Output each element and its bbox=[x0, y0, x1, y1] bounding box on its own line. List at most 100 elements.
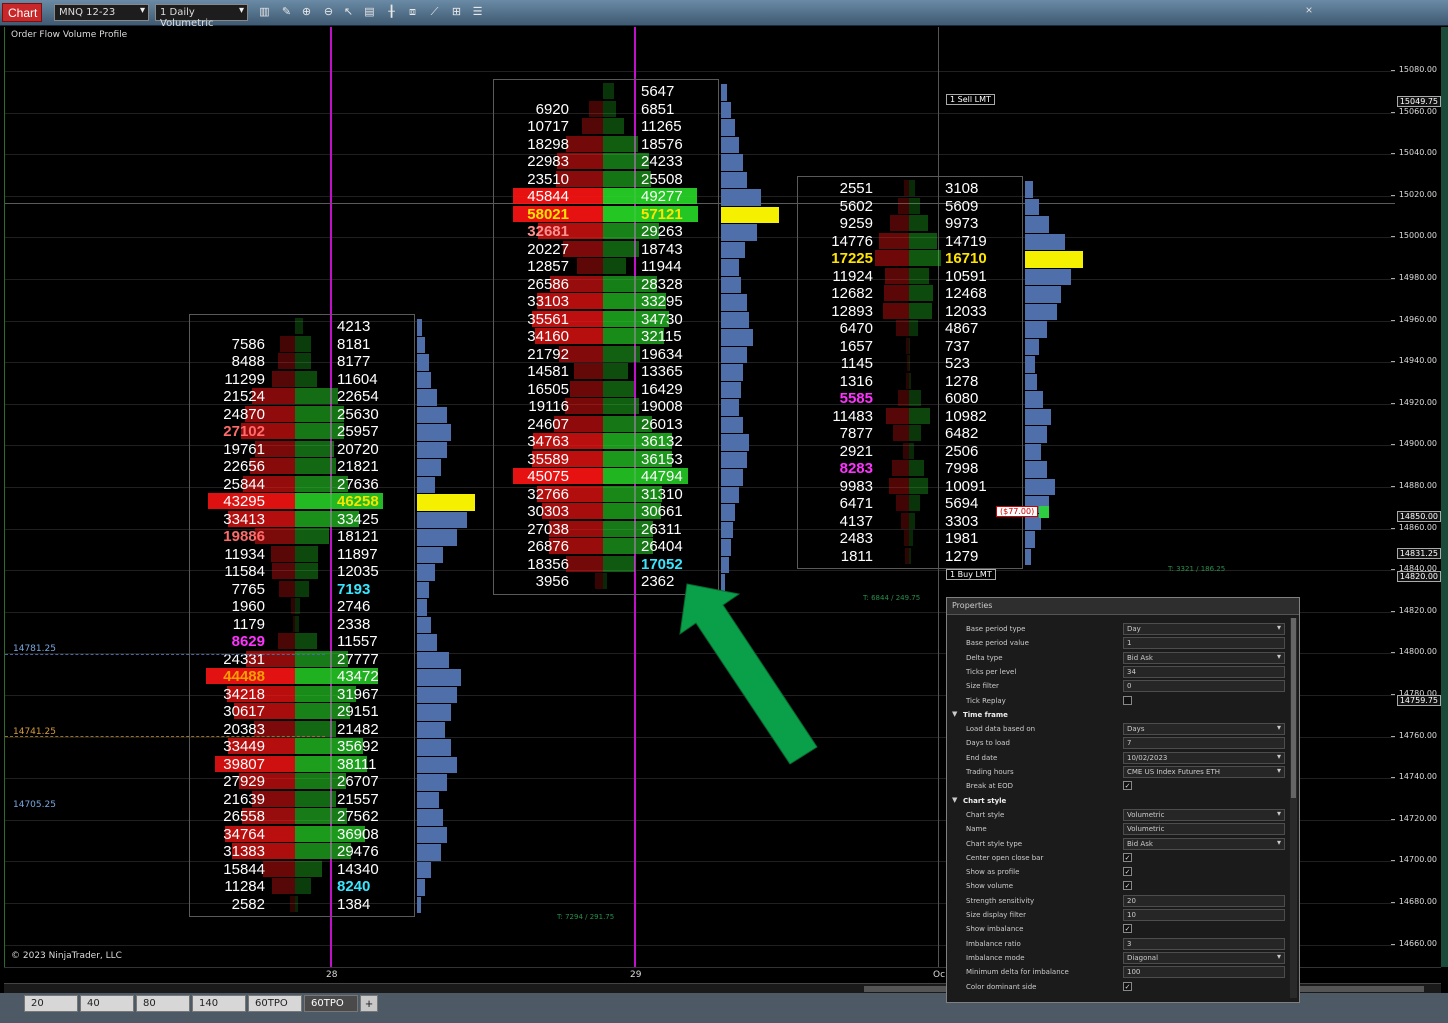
close-window-icon[interactable]: × bbox=[1300, 3, 1318, 21]
property-row[interactable]: Load data based on Days ▾ bbox=[947, 722, 1287, 736]
collapse-icon[interactable]: ▼ bbox=[952, 710, 957, 718]
property-row[interactable]: Chart style Volumetric ▾ bbox=[947, 808, 1287, 822]
zoom-in-icon[interactable]: ⊕ bbox=[299, 5, 314, 20]
drawing-tools-icon[interactable]: ⧈ bbox=[405, 5, 420, 20]
tab-80[interactable]: 80 bbox=[136, 995, 190, 1012]
data-box-icon[interactable]: ▤ bbox=[362, 5, 377, 20]
property-dropdown[interactable]: 10/02/2023 ▾ bbox=[1123, 751, 1285, 764]
collapse-icon[interactable]: ▼ bbox=[952, 796, 957, 804]
price-marker-tag[interactable]: 14820.00 bbox=[1396, 571, 1441, 582]
instrument-selector[interactable]: MNQ 12-23 ▾ bbox=[54, 4, 149, 21]
property-row[interactable]: Center open close bar ✓ bbox=[947, 851, 1287, 865]
property-row[interactable]: Strength sensitivity 20 bbox=[947, 894, 1287, 908]
volume-profile-bar bbox=[417, 529, 457, 546]
property-section[interactable]: ▼ Chart style bbox=[947, 794, 1287, 808]
chart-menu-button[interactable]: Chart bbox=[2, 3, 42, 22]
property-checkbox[interactable]: ✓ bbox=[1123, 881, 1132, 891]
property-dropdown[interactable]: Diagonal ▾ bbox=[1123, 951, 1285, 964]
strategies-icon[interactable]: ⊞ bbox=[449, 5, 464, 20]
property-dropdown[interactable]: Volumetric ▾ bbox=[1123, 808, 1285, 821]
property-row[interactable]: Imbalance mode Diagonal ▾ bbox=[947, 951, 1287, 965]
property-input[interactable]: 10 bbox=[1123, 909, 1285, 921]
property-input[interactable]: 1 bbox=[1123, 637, 1285, 650]
price-tick-label: 14880.00 bbox=[1390, 481, 1437, 490]
close-order-button[interactable] bbox=[1039, 506, 1049, 518]
property-input[interactable]: 34 bbox=[1123, 665, 1285, 678]
property-checkbox[interactable]: ✓ bbox=[1123, 924, 1132, 934]
property-row[interactable]: Imbalance ratio 3 bbox=[947, 937, 1287, 951]
property-row[interactable]: Show as profile ✓ bbox=[947, 865, 1287, 879]
properties-scrollbar[interactable] bbox=[1290, 618, 1297, 998]
property-row[interactable]: Minimum delta for imbalance 100 bbox=[947, 965, 1287, 979]
property-dropdown[interactable]: CME US Index Futures ETH ▾ bbox=[1123, 766, 1285, 778]
property-dropdown[interactable]: Bid Ask ▾ bbox=[1123, 651, 1285, 664]
volume-profile-bar bbox=[417, 721, 445, 738]
property-input[interactable]: 0 bbox=[1123, 680, 1285, 693]
tab-60tpo-active[interactable]: 60TPO bbox=[304, 995, 358, 1012]
crosshair-icon[interactable]: ╂ bbox=[384, 5, 399, 20]
property-section[interactable]: ▼ Time frame bbox=[947, 708, 1287, 722]
property-checkbox[interactable]: ✓ bbox=[1123, 781, 1132, 791]
buy-limit-order[interactable]: 1 Buy LMT bbox=[946, 569, 996, 580]
ask-volume: 14719 bbox=[945, 232, 987, 250]
price-marker-tag[interactable]: 14850.00 bbox=[1396, 511, 1441, 522]
property-key: Days to load bbox=[966, 739, 1010, 748]
property-row[interactable]: Base period type Day ▾ bbox=[947, 622, 1287, 636]
price-marker-tag[interactable]: 14759.75 bbox=[1396, 695, 1441, 706]
price-marker-tag[interactable]: 15049.75 bbox=[1396, 96, 1441, 107]
property-row[interactable]: Tick Replay bbox=[947, 694, 1287, 708]
property-input[interactable]: 7 bbox=[1123, 737, 1285, 750]
sell-limit-order[interactable]: 1 Sell LMT bbox=[946, 94, 995, 105]
ask-volume: 19634 bbox=[641, 345, 683, 363]
property-row[interactable]: End date 10/02/2023 ▾ bbox=[947, 751, 1287, 765]
property-dropdown[interactable]: Days ▾ bbox=[1123, 723, 1285, 736]
property-row[interactable]: Show volume ✓ bbox=[947, 879, 1287, 893]
period-selector[interactable]: 1 Daily Volumetric ▾ bbox=[155, 4, 248, 29]
property-row[interactable]: Color dominant side ✓ bbox=[947, 980, 1287, 994]
property-row[interactable]: Delta type Bid Ask ▾ bbox=[947, 651, 1287, 665]
property-input[interactable]: 3 bbox=[1123, 937, 1285, 950]
price-axis[interactable]: 15080.00 15060.00 15040.00 15020.00 15000.00… bbox=[1390, 27, 1445, 989]
ask-volume-cell bbox=[909, 372, 912, 389]
property-row[interactable]: Trading hours CME US Index Futures ETH ▾ bbox=[947, 765, 1287, 779]
property-dropdown[interactable]: Bid Ask ▾ bbox=[1123, 837, 1285, 850]
bid-volume-cell bbox=[263, 860, 295, 877]
property-row[interactable]: Days to load 7 bbox=[947, 736, 1287, 750]
tab-140[interactable]: 140 bbox=[192, 995, 246, 1012]
property-row[interactable]: Chart style type Bid Ask ▾ bbox=[947, 837, 1287, 851]
pointer-icon[interactable]: ↖ bbox=[341, 5, 356, 20]
property-row[interactable]: Name Volumetric bbox=[947, 822, 1287, 836]
add-tab-button[interactable]: + bbox=[360, 995, 378, 1012]
volume-profile-bar bbox=[417, 809, 443, 826]
property-row[interactable]: Show imbalance ✓ bbox=[947, 922, 1287, 936]
bid-volume: 14581 bbox=[527, 363, 569, 380]
property-checkbox[interactable] bbox=[1123, 695, 1132, 705]
tab-60tpo[interactable]: 60TPO bbox=[248, 995, 302, 1012]
property-row[interactable]: Size filter 0 bbox=[947, 679, 1287, 693]
property-row[interactable]: Base period value 1 bbox=[947, 636, 1287, 650]
draw-line-icon[interactable]: ✎ bbox=[279, 5, 294, 20]
scrollbar-thumb[interactable] bbox=[1291, 618, 1296, 798]
price-tick-label: 14940.00 bbox=[1390, 356, 1437, 366]
tab-40[interactable]: 40 bbox=[80, 995, 134, 1012]
property-checkbox[interactable]: ✓ bbox=[1123, 867, 1132, 877]
zoom-out-icon[interactable]: ⊖ bbox=[321, 5, 336, 20]
property-input[interactable]: 20 bbox=[1123, 894, 1285, 907]
property-row[interactable]: Break at EOD ✓ bbox=[947, 779, 1287, 793]
property-row[interactable]: Size display filter 10 bbox=[947, 908, 1287, 922]
properties-icon[interactable]: ☰ bbox=[470, 5, 485, 20]
property-input[interactable]: 100 bbox=[1123, 966, 1285, 979]
pnl-label: ($77.00) bbox=[996, 506, 1039, 517]
price-tick-label: 15000.00 bbox=[1390, 231, 1437, 241]
property-checkbox[interactable]: ✓ bbox=[1123, 981, 1132, 991]
property-row[interactable]: Ticks per level 34 bbox=[947, 665, 1287, 679]
bar-type-icon[interactable]: ▥ bbox=[257, 5, 272, 20]
tab-20[interactable]: 20 bbox=[24, 995, 78, 1012]
price-marker-tag[interactable]: 14831.25 bbox=[1396, 548, 1441, 559]
property-dropdown[interactable]: Day ▾ bbox=[1123, 623, 1285, 635]
bid-volume: 11483 bbox=[832, 407, 873, 425]
property-checkbox[interactable]: ✓ bbox=[1123, 852, 1132, 862]
bid-volume: 11299 bbox=[224, 370, 265, 388]
property-input[interactable]: Volumetric bbox=[1123, 823, 1285, 836]
indicators-icon[interactable]: ⟋ bbox=[427, 5, 442, 20]
